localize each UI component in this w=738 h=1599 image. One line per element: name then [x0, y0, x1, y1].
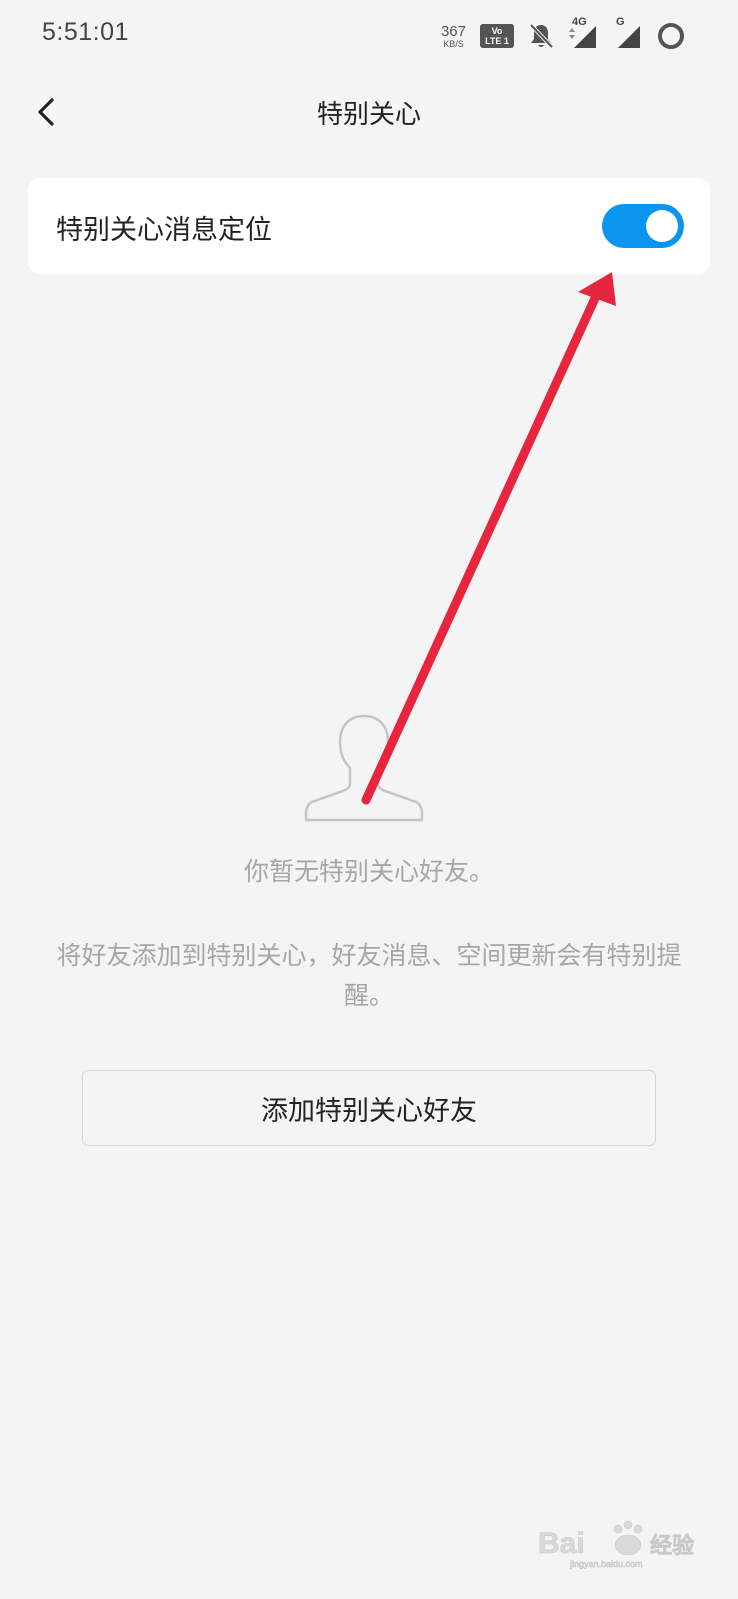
mute-bell-icon: [529, 23, 554, 49]
empty-state-title: 你暂无特别关心好友。: [243, 857, 494, 886]
person-outline-icon: [304, 714, 424, 822]
signal-g: G: [612, 16, 642, 50]
signal-4g-label: 4G: [572, 16, 587, 28]
status-bar: 5:51:01 367 KB/S Vo LTE 1 4G G: [0, 0, 738, 72]
network-speed-unit: KB/S: [443, 38, 464, 49]
volte-sim: 1: [503, 36, 509, 46]
toggle-knob: [646, 210, 678, 242]
status-icons: 367 KB/S Vo LTE 1 4G G: [441, 16, 686, 54]
network-speed-value: 367: [440, 22, 466, 40]
setting-row-message-positioning: 特别关心消息定位: [28, 178, 710, 274]
empty-state-description: 将好友添加到特别关心，好友消息、空间更新会有特别提醒。: [56, 941, 682, 1010]
signal-4g: 4G: [568, 16, 598, 50]
setting-label: 特别关心消息定位: [56, 215, 272, 246]
svg-text:经验: 经验: [650, 1533, 694, 1559]
add-special-friend-button[interactable]: 添加特别关心好友: [82, 1070, 656, 1146]
page-title: 特别关心: [316, 100, 421, 130]
volte-line2: LTE: [485, 36, 502, 46]
signal-g-label: G: [616, 16, 625, 28]
volte-icon: Vo LTE 1: [480, 24, 514, 48]
volte-line1: Vo: [491, 26, 503, 36]
network-speed: 367 KB/S: [441, 24, 466, 49]
svg-text:jingyan.baidu.com: jingyan.baidu.com: [569, 1559, 643, 1569]
battery-ring-icon: [658, 23, 684, 49]
svg-text:Bai: Bai: [538, 1527, 585, 1560]
message-positioning-toggle[interactable]: [602, 204, 684, 248]
baidu-jingyan-watermark: Bai 经验 jingyan.baidu.com: [538, 1520, 694, 1569]
status-time: 5:51:01: [42, 18, 129, 46]
top-nav-bar: 特别关心: [0, 72, 738, 152]
